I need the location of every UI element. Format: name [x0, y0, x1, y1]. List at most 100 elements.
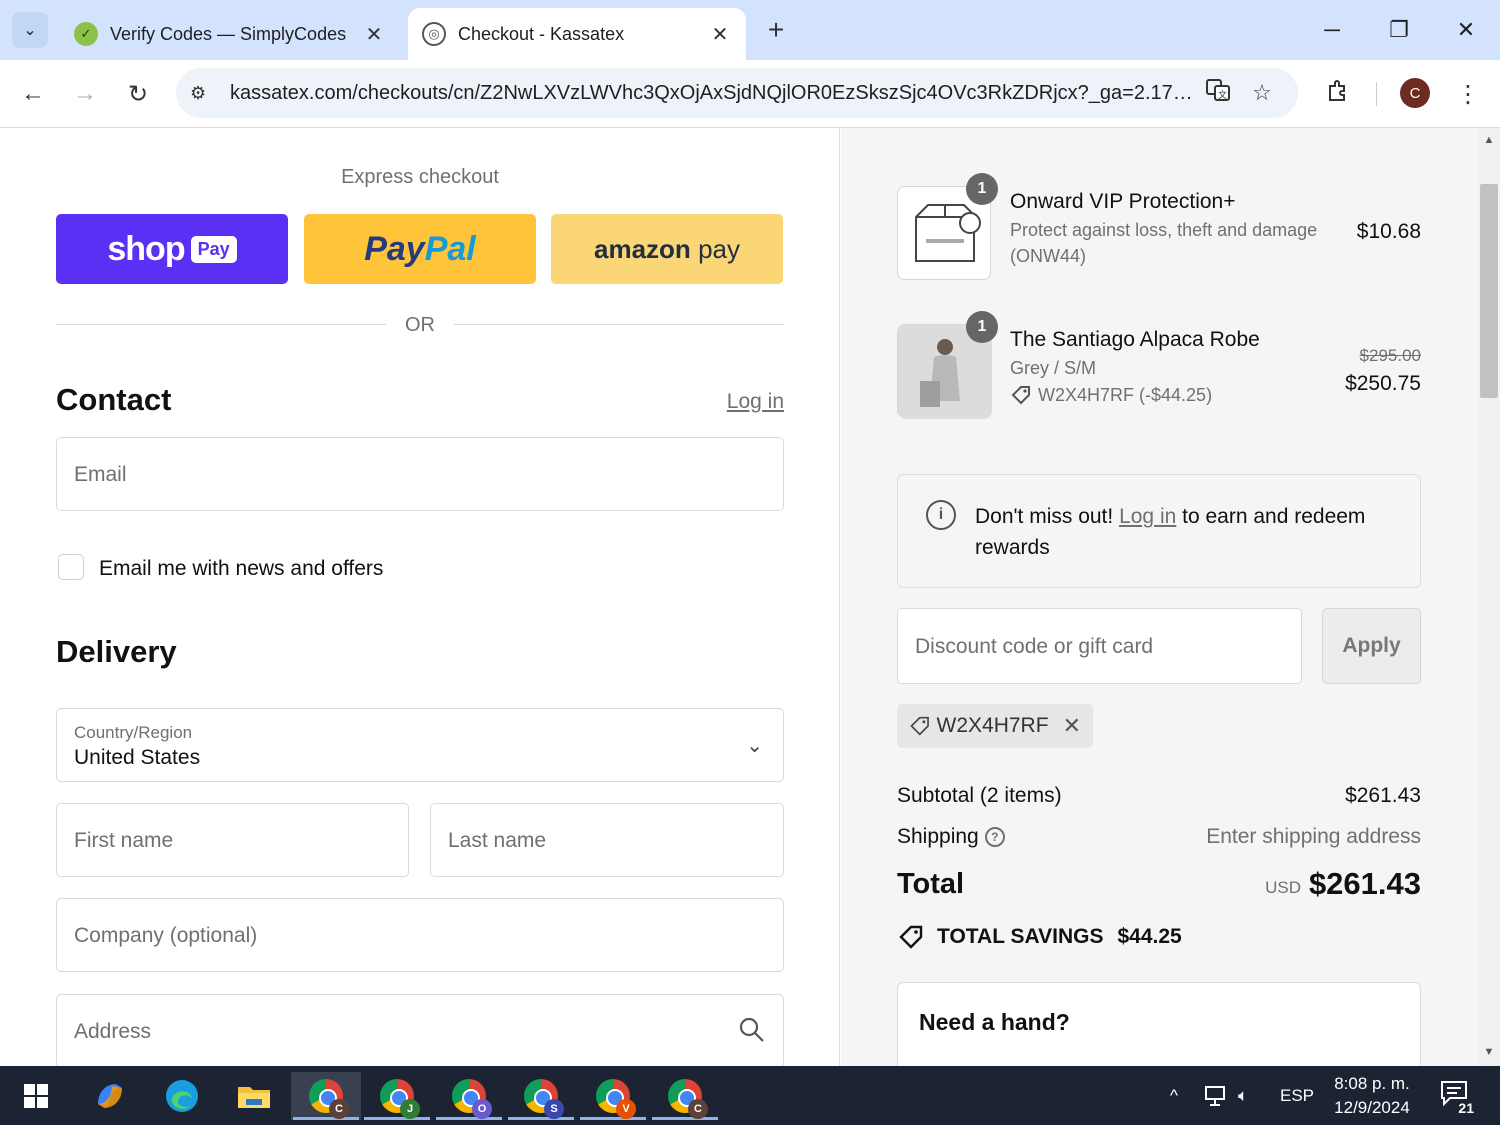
- arrow-left-icon: ←: [21, 80, 45, 107]
- notification-center-button[interactable]: 21: [1440, 1080, 1474, 1116]
- item-sku: (ONW44): [1010, 246, 1086, 266]
- line-item: 1 The Santiago Alpaca Robe Grey / S/M W2…: [897, 311, 1421, 434]
- rewards-banner: i Don't miss out! Log in to earn and red…: [897, 474, 1421, 588]
- email-field[interactable]: Email: [56, 437, 784, 511]
- reload-icon: ↻: [127, 80, 149, 108]
- scrollbar-thumb[interactable]: [1480, 184, 1498, 398]
- company-field[interactable]: Company (optional): [56, 898, 784, 972]
- item-variant: Grey / S/M: [1010, 358, 1097, 378]
- product-thumbnail: 1: [897, 311, 998, 419]
- start-button[interactable]: [12, 1072, 60, 1120]
- item-price: $10.68: [1356, 220, 1421, 243]
- site-settings-icon[interactable]: ⚙: [190, 83, 218, 104]
- newsletter-checkbox[interactable]: [58, 554, 84, 580]
- network-button[interactable]: [1204, 1066, 1230, 1125]
- kebab-menu-icon: ⋮: [1456, 80, 1480, 108]
- remove-discount-icon[interactable]: ✕: [1063, 713, 1081, 739]
- file-explorer-button[interactable]: [230, 1072, 278, 1120]
- subtotal-label: Subtotal (2 items): [897, 784, 1062, 807]
- taskbar-chrome-s[interactable]: S: [506, 1072, 576, 1120]
- back-button[interactable]: ←: [13, 74, 53, 114]
- line-item: 1 Onward VIP Protection+ Protect against…: [897, 173, 1421, 296]
- order-summary-column: 1 Onward VIP Protection+ Protect against…: [841, 128, 1478, 1066]
- address-bar[interactable]: ⚙ kassatex.com/checkouts/cn/Z2NwLXVzLWVh…: [176, 68, 1298, 118]
- chrome-icon: S: [524, 1079, 564, 1119]
- chrome-icon: J: [380, 1079, 420, 1119]
- first-name-field[interactable]: First name: [56, 803, 409, 877]
- network-icon: [1205, 1085, 1225, 1106]
- help-circle-icon[interactable]: ?: [984, 827, 1005, 847]
- country-select[interactable]: Country/Region United States ⌄: [56, 708, 784, 782]
- tab-kassatex-checkout[interactable]: ◎ Checkout - Kassatex ✕: [408, 8, 746, 60]
- subtotal-row: Subtotal (2 items) $261.43: [897, 784, 1421, 808]
- taskbar-chrome-j[interactable]: J: [362, 1072, 432, 1120]
- paypal-button[interactable]: Pay Pal: [304, 214, 536, 284]
- speaker-icon: 🔈︎: [1238, 1085, 1249, 1105]
- total-value: $261.43: [1308, 866, 1421, 901]
- chrome-icon: C: [668, 1079, 708, 1119]
- profile-avatar[interactable]: C: [1400, 78, 1430, 108]
- apply-discount-button[interactable]: Apply: [1322, 608, 1421, 684]
- shop-pay-button[interactable]: shop Pay: [56, 214, 288, 284]
- active-indicator: [293, 1117, 359, 1120]
- close-icon[interactable]: ✕: [708, 22, 732, 47]
- savings-label: TOTAL SAVINGS: [937, 925, 1104, 948]
- taskbar-chrome-o[interactable]: O: [434, 1072, 504, 1120]
- profile-badge: C: [329, 1099, 349, 1119]
- page-scrollbar[interactable]: ▲ ▼: [1478, 128, 1500, 1066]
- browser-tab-bar: ⌄ ✓ Verify Codes — SimplyCodes ✕ ◎ Check…: [0, 0, 1500, 60]
- copilot-button[interactable]: [86, 1072, 134, 1120]
- reload-button[interactable]: ↻: [118, 74, 158, 114]
- bookmark-star-icon[interactable]: ☆: [1240, 80, 1284, 106]
- or-divider-right: [454, 324, 784, 325]
- last-name-placeholder: Last name: [448, 829, 547, 852]
- amazon-pay-button[interactable]: amazon pay: [551, 214, 783, 284]
- address-field[interactable]: Address: [56, 994, 784, 1066]
- restore-button[interactable]: ❐: [1377, 10, 1421, 50]
- arrow-right-icon: →: [73, 80, 97, 107]
- new-tab-button[interactable]: +: [760, 14, 792, 46]
- tab-search-button[interactable]: ⌄: [12, 12, 48, 48]
- last-name-field[interactable]: Last name: [430, 803, 784, 877]
- quantity-badge: 1: [966, 311, 998, 343]
- clock-date: 12/9/2024: [1334, 1098, 1410, 1117]
- minimize-icon: ─: [1324, 17, 1340, 42]
- system-clock[interactable]: 8:08 p. m. 12/9/2024: [1322, 1072, 1422, 1120]
- tray-overflow-button[interactable]: ^: [1170, 1066, 1178, 1125]
- url-text[interactable]: kassatex.com/checkouts/cn/Z2NwLXVzLWVhc3…: [230, 82, 1196, 105]
- simplycodes-icon: ✓: [74, 22, 98, 46]
- profile-badge: V: [616, 1099, 636, 1119]
- newsletter-label[interactable]: Email me with news and offers: [99, 557, 383, 581]
- amazon-pay-word: pay: [698, 233, 740, 264]
- input-language[interactable]: ESP: [1280, 1066, 1314, 1125]
- close-icon[interactable]: ✕: [362, 22, 386, 47]
- discount-placeholder: Discount code or gift card: [915, 635, 1154, 658]
- scroll-down-icon[interactable]: ▼: [1482, 1046, 1496, 1060]
- rewards-login-link[interactable]: Log in: [1119, 505, 1176, 528]
- taskbar-chrome-v[interactable]: V: [578, 1072, 648, 1120]
- extensions-button[interactable]: [1318, 74, 1358, 114]
- taskbar-chrome-c2[interactable]: C: [650, 1072, 720, 1120]
- close-window-button[interactable]: ✕: [1444, 10, 1488, 50]
- volume-button[interactable]: 🔈︎: [1238, 1066, 1248, 1125]
- item-original-price: $295.00: [1359, 346, 1421, 365]
- restore-icon: ❐: [1389, 17, 1409, 42]
- help-panel: Need a hand?: [897, 982, 1421, 1066]
- forward-button[interactable]: →: [65, 74, 105, 114]
- chevron-down-icon: ⌄: [746, 735, 763, 757]
- paypal-logo-part2: Pal: [424, 229, 476, 268]
- login-link[interactable]: Log in: [700, 390, 784, 414]
- translate-icon[interactable]: 文: [1196, 77, 1240, 109]
- browser-menu-button[interactable]: ⋮: [1448, 74, 1488, 114]
- tab-simplycodes[interactable]: ✓ Verify Codes — SimplyCodes ✕: [60, 8, 400, 60]
- edge-icon: [166, 1080, 198, 1112]
- toolbar-divider: [1376, 82, 1377, 106]
- discount-code-input[interactable]: Discount code or gift card: [897, 608, 1302, 684]
- running-indicator: [364, 1117, 430, 1120]
- taskbar-chrome-c[interactable]: C: [291, 1072, 361, 1120]
- edge-button[interactable]: [158, 1072, 206, 1120]
- info-icon: i: [926, 500, 956, 530]
- scroll-up-icon[interactable]: ▲: [1482, 134, 1496, 148]
- minimize-button[interactable]: ─: [1310, 10, 1354, 50]
- country-label: Country/Region: [74, 723, 193, 742]
